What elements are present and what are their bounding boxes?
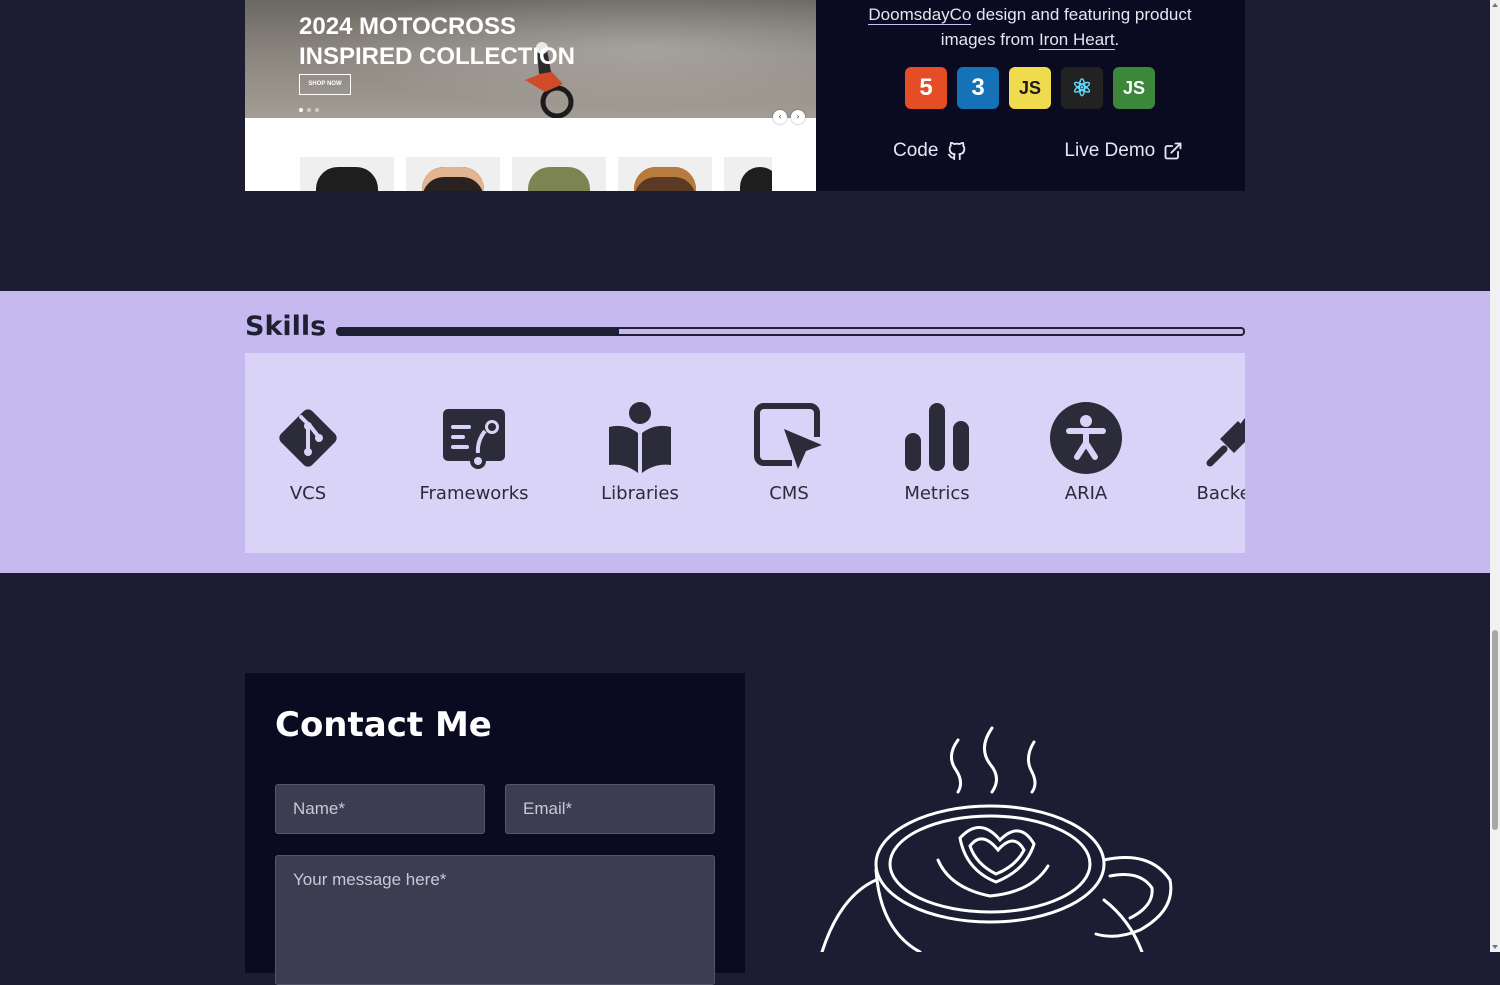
- scrollbar-thumb[interactable]: [1492, 630, 1498, 830]
- accessibility-icon: [1050, 402, 1122, 474]
- page-scrollbar[interactable]: [1490, 0, 1500, 952]
- carousel-dot[interactable]: [315, 108, 319, 112]
- iron-heart-link[interactable]: Iron Heart: [1038, 30, 1115, 50]
- skill-item-metrics: Metrics: [867, 401, 1007, 504]
- nodejs-icon: JS: [1113, 67, 1155, 109]
- tech-stack: 5 3 JS ⚛ JS: [905, 67, 1155, 109]
- skill-item-vcs: VCS: [245, 401, 378, 504]
- carousel-arrows: ‹ ›: [773, 110, 805, 124]
- coffee-cup-illustration: [820, 726, 1173, 952]
- skill-label: Frameworks: [419, 483, 529, 504]
- live-demo-label: Live Demo: [1064, 140, 1156, 161]
- project-links: Code Live Demo: [893, 140, 1183, 162]
- scroll-down-arrow[interactable]: [1492, 945, 1498, 949]
- email-input[interactable]: [505, 784, 715, 834]
- skill-item-aria: ARIA: [1016, 401, 1156, 504]
- skill-item-frameworks: Frameworks: [404, 401, 544, 504]
- skill-item-backend: Backend: [1165, 401, 1245, 504]
- shop-now-button[interactable]: SHOP NOW: [299, 74, 351, 95]
- skills-scroll-progress-fill: [338, 329, 619, 334]
- plug-icon: [1206, 417, 1245, 467]
- skill-label: ARIA: [1064, 483, 1108, 504]
- carousel-prev-button[interactable]: ‹: [773, 110, 787, 124]
- product-thumbnail: [618, 157, 712, 191]
- product-thumbnail: [300, 157, 394, 191]
- skill-label: CMS: [769, 483, 809, 504]
- hero-banner: 2024 MOTOCROSS INSPIRED COLLECTION SHOP …: [245, 0, 816, 118]
- skill-label: Metrics: [904, 483, 970, 504]
- react-icon: ⚛: [1061, 67, 1103, 109]
- contact-title: Contact Me: [275, 705, 492, 745]
- carousel-dot[interactable]: [307, 108, 311, 112]
- skill-label: Backend: [1196, 483, 1245, 504]
- github-icon: [948, 141, 966, 161]
- book-reader-icon: [609, 402, 671, 473]
- scroll-up-arrow[interactable]: [1492, 3, 1498, 7]
- doomsdayco-link[interactable]: DoomsdayCo: [868, 5, 972, 25]
- contact-form-card: Contact Me: [245, 673, 745, 985]
- description-end: .: [1114, 30, 1120, 49]
- skill-item-libraries: Libraries: [570, 401, 710, 504]
- skill-label: VCS: [289, 483, 327, 504]
- skill-item-cms: CMS: [719, 401, 859, 504]
- bar-chart-icon: [905, 403, 969, 471]
- project-card: 2024 MOTOCROSS INSPIRED COLLECTION SHOP …: [245, 0, 1245, 191]
- javascript-icon: JS: [1009, 67, 1051, 109]
- skills-carousel[interactable]: VCS Frameworks Libraries CMS Metrics ARI…: [245, 353, 1245, 553]
- hero-title: 2024 MOTOCROSS INSPIRED COLLECTION: [299, 13, 576, 70]
- cursor-window-icon: [754, 403, 822, 469]
- carousel-dot[interactable]: [299, 108, 303, 112]
- name-input[interactable]: [275, 784, 485, 834]
- message-textarea[interactable]: [275, 855, 715, 985]
- external-link-icon: [1164, 142, 1182, 160]
- live-demo-link[interactable]: Live Demo: [1064, 140, 1183, 162]
- html5-icon: 5: [905, 67, 947, 109]
- code-link[interactable]: Code: [893, 140, 968, 162]
- product-thumbnail: [512, 157, 606, 191]
- project-screenshot: 2024 MOTOCROSS INSPIRED COLLECTION SHOP …: [245, 0, 816, 191]
- skills-section: Skills VCS Frameworks Libraries CMS Metr…: [0, 291, 1490, 573]
- product-thumbnail: [406, 157, 500, 191]
- code-link-label: Code: [893, 140, 939, 161]
- skills-heading: Skills: [245, 311, 327, 342]
- carousel-next-button[interactable]: ›: [791, 110, 805, 124]
- skill-label: Libraries: [601, 483, 679, 504]
- git-icon: [279, 409, 337, 467]
- carousel-dots: [299, 108, 319, 112]
- product-thumbnail: [724, 157, 772, 191]
- skills-scroll-progress: [336, 327, 1245, 336]
- frameworks-icon: [443, 409, 505, 469]
- css3-icon: 3: [957, 67, 999, 109]
- product-thumbnails: [300, 157, 772, 191]
